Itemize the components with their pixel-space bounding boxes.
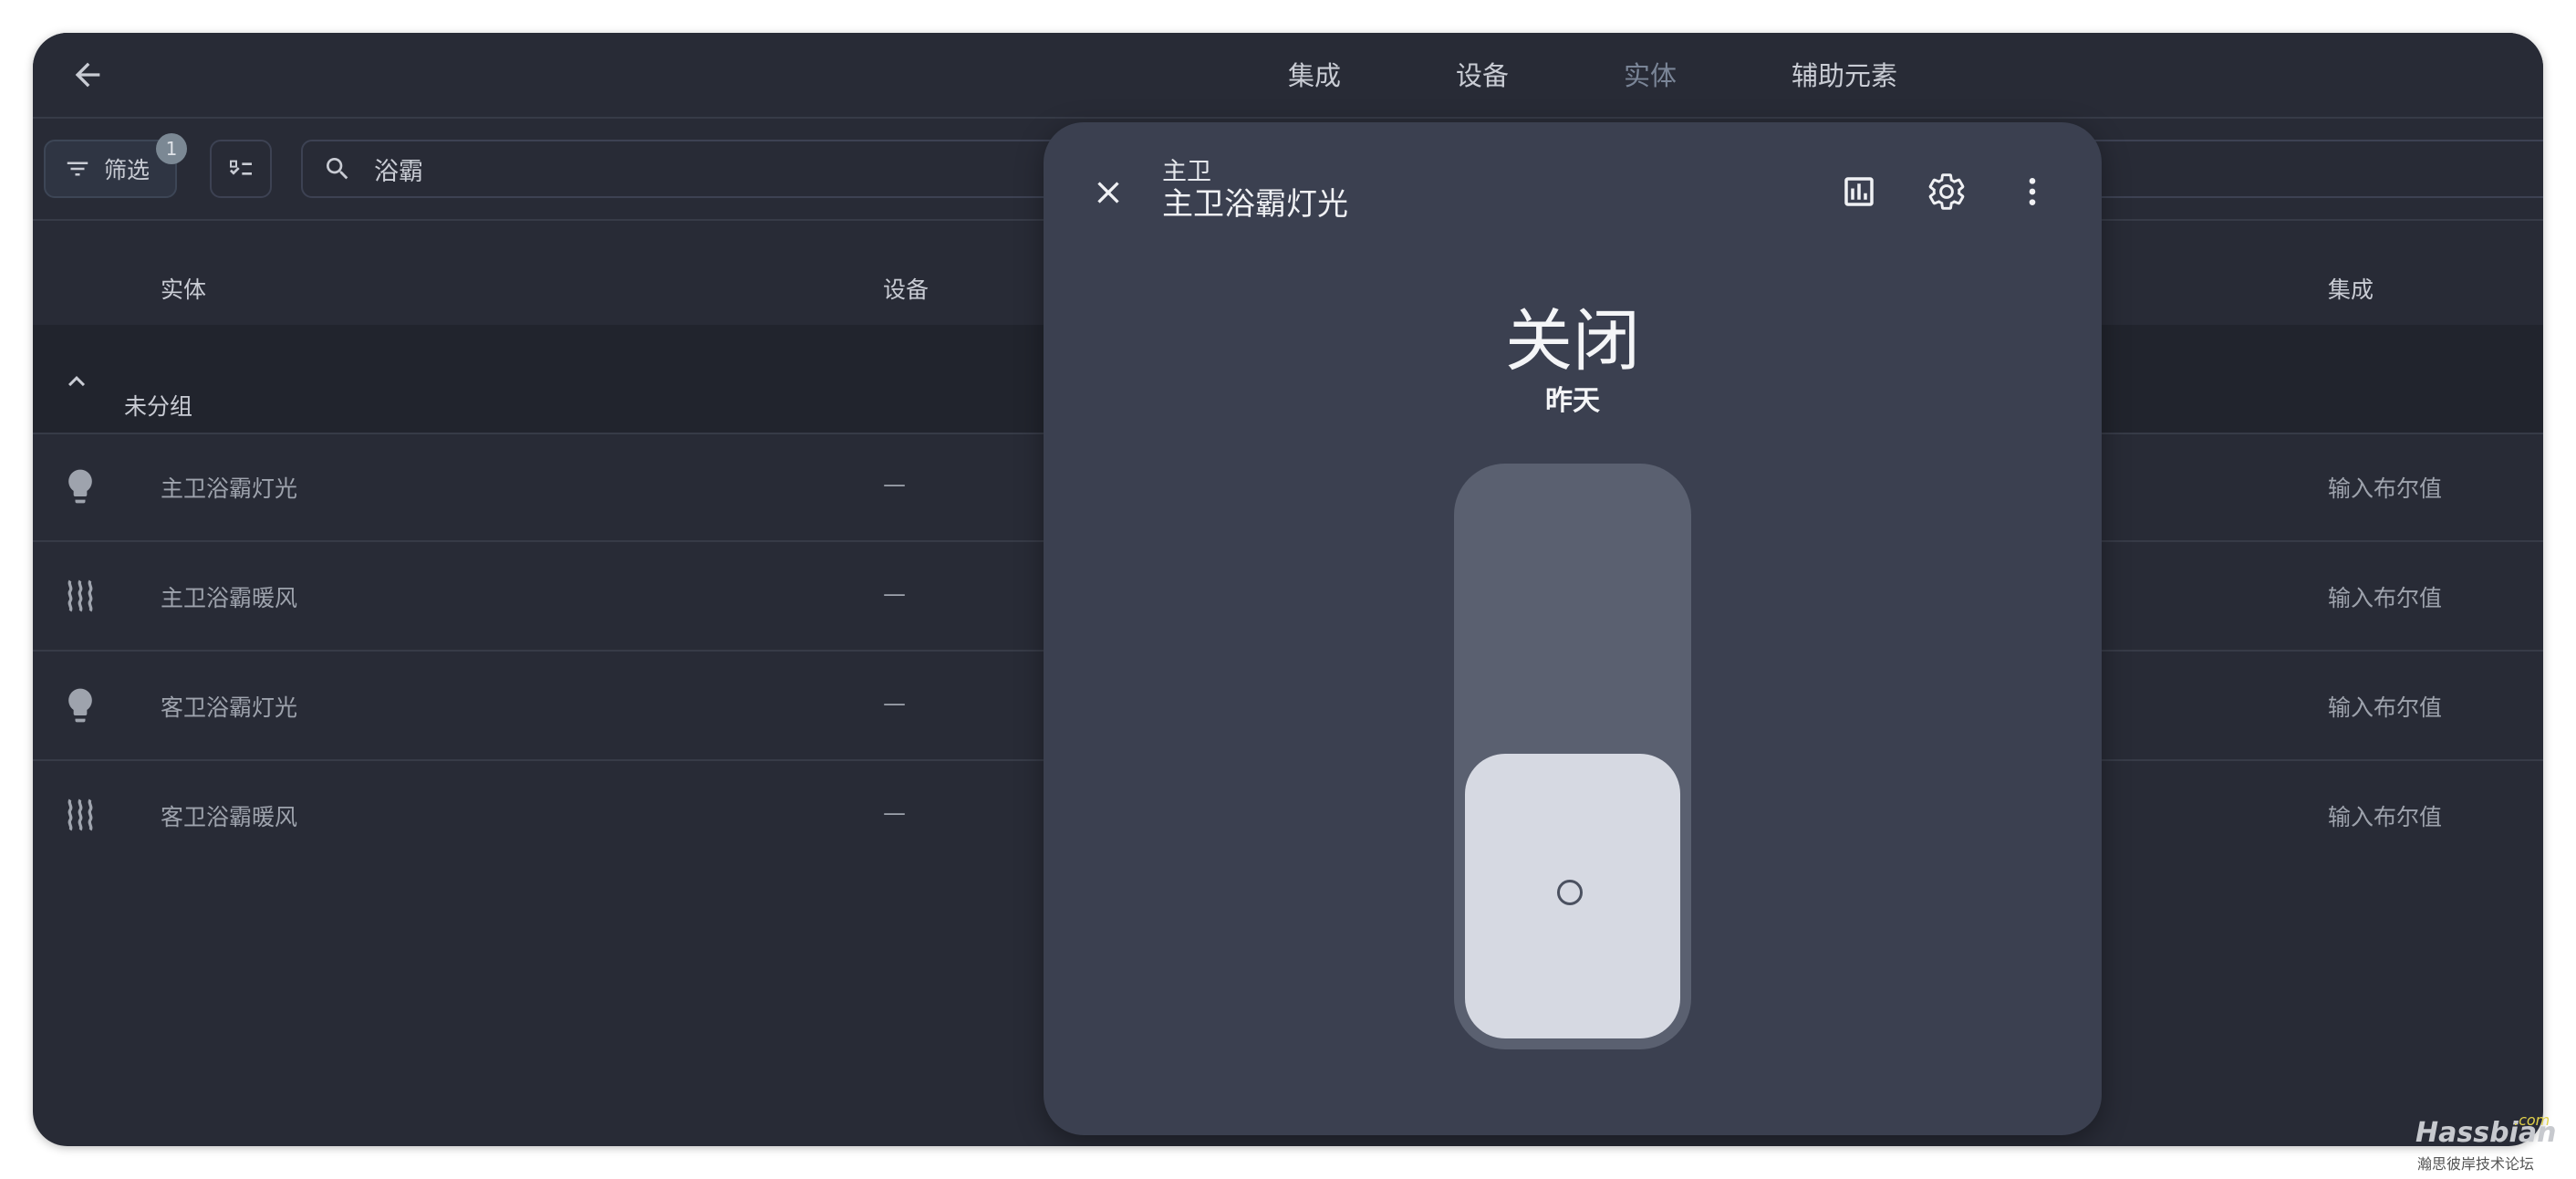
entity-state: 关闭 (1505, 302, 1640, 381)
watermark-subtitle: 瀚思彼岸技术论坛 (2417, 1155, 2535, 1173)
filter-icon (67, 162, 88, 176)
more-options-button[interactable] (2003, 162, 2062, 221)
power-off-icon (1557, 880, 1583, 905)
chevron-up-icon (68, 376, 85, 387)
entity-device: — (883, 580, 906, 607)
entity-integration: 输入布尔值 (2328, 475, 2443, 502)
settings-button[interactable] (1917, 162, 1976, 221)
divider (33, 117, 2543, 119)
entity-device: — (883, 471, 906, 497)
last-changed: 昨天 (1545, 385, 1600, 417)
search-icon (327, 158, 348, 180)
entity-integration: 输入布尔值 (2328, 804, 2443, 830)
tab-helpers[interactable]: 辅助元素 (1792, 51, 1897, 97)
state-toggle[interactable] (1454, 464, 1691, 1049)
heat-wave-icon (68, 798, 93, 831)
filter-count-badge: 1 (156, 133, 187, 164)
lightbulb-icon (68, 688, 92, 723)
app-window: 集成 设备 实体 辅助元素 筛选 1 实体 设备 集成 未分组 主卫浴霸灯光 —… (33, 33, 2543, 1146)
entity-device: — (883, 690, 906, 716)
column-header-device[interactable]: 设备 (883, 272, 929, 305)
entity-integration: 输入布尔值 (2328, 694, 2443, 721)
more-info-dialog: 主卫 主卫浴霸灯光 关闭 昨天 (1044, 122, 2102, 1135)
entity-name: 客卫浴霸灯光 (161, 694, 298, 721)
entity-device: — (883, 799, 906, 826)
filter-label: 筛选 (104, 157, 151, 183)
tab-entities[interactable]: 实体 (1624, 51, 1677, 97)
top-bar: 集成 设备 实体 辅助元素 (33, 33, 2543, 117)
entity-name: 客卫浴霸暖风 (161, 804, 298, 830)
dots-vertical-icon (2029, 178, 2036, 205)
dialog-title: 主卫浴霸灯光 (1162, 186, 1348, 223)
close-icon (1097, 182, 1119, 203)
group-label: 未分组 (124, 393, 193, 420)
entity-name: 主卫浴霸灯光 (161, 475, 298, 502)
entity-name: 主卫浴霸暖风 (161, 585, 298, 611)
entity-integration: 输入布尔值 (2328, 585, 2443, 611)
selection-mode-button[interactable] (210, 140, 272, 198)
arrow-left-icon (75, 62, 100, 88)
close-button[interactable] (1080, 164, 1137, 221)
tab-devices[interactable]: 设备 (1456, 51, 1509, 97)
chart-box-icon (1844, 177, 1874, 206)
search-input[interactable] (372, 153, 923, 184)
column-header-integration[interactable]: 集成 (2328, 272, 2373, 305)
tab-integrations[interactable]: 集成 (1288, 51, 1341, 97)
lightbulb-icon (68, 469, 92, 504)
toggle-knob[interactable] (1465, 754, 1680, 1038)
column-header-entity[interactable]: 实体 (161, 272, 206, 305)
watermark-domain: .com (2514, 1111, 2550, 1129)
back-button[interactable] (60, 47, 115, 102)
heat-wave-icon (68, 579, 93, 612)
checklist-icon (230, 160, 252, 175)
history-button[interactable] (1830, 162, 1888, 221)
gear-icon (1928, 173, 1965, 210)
